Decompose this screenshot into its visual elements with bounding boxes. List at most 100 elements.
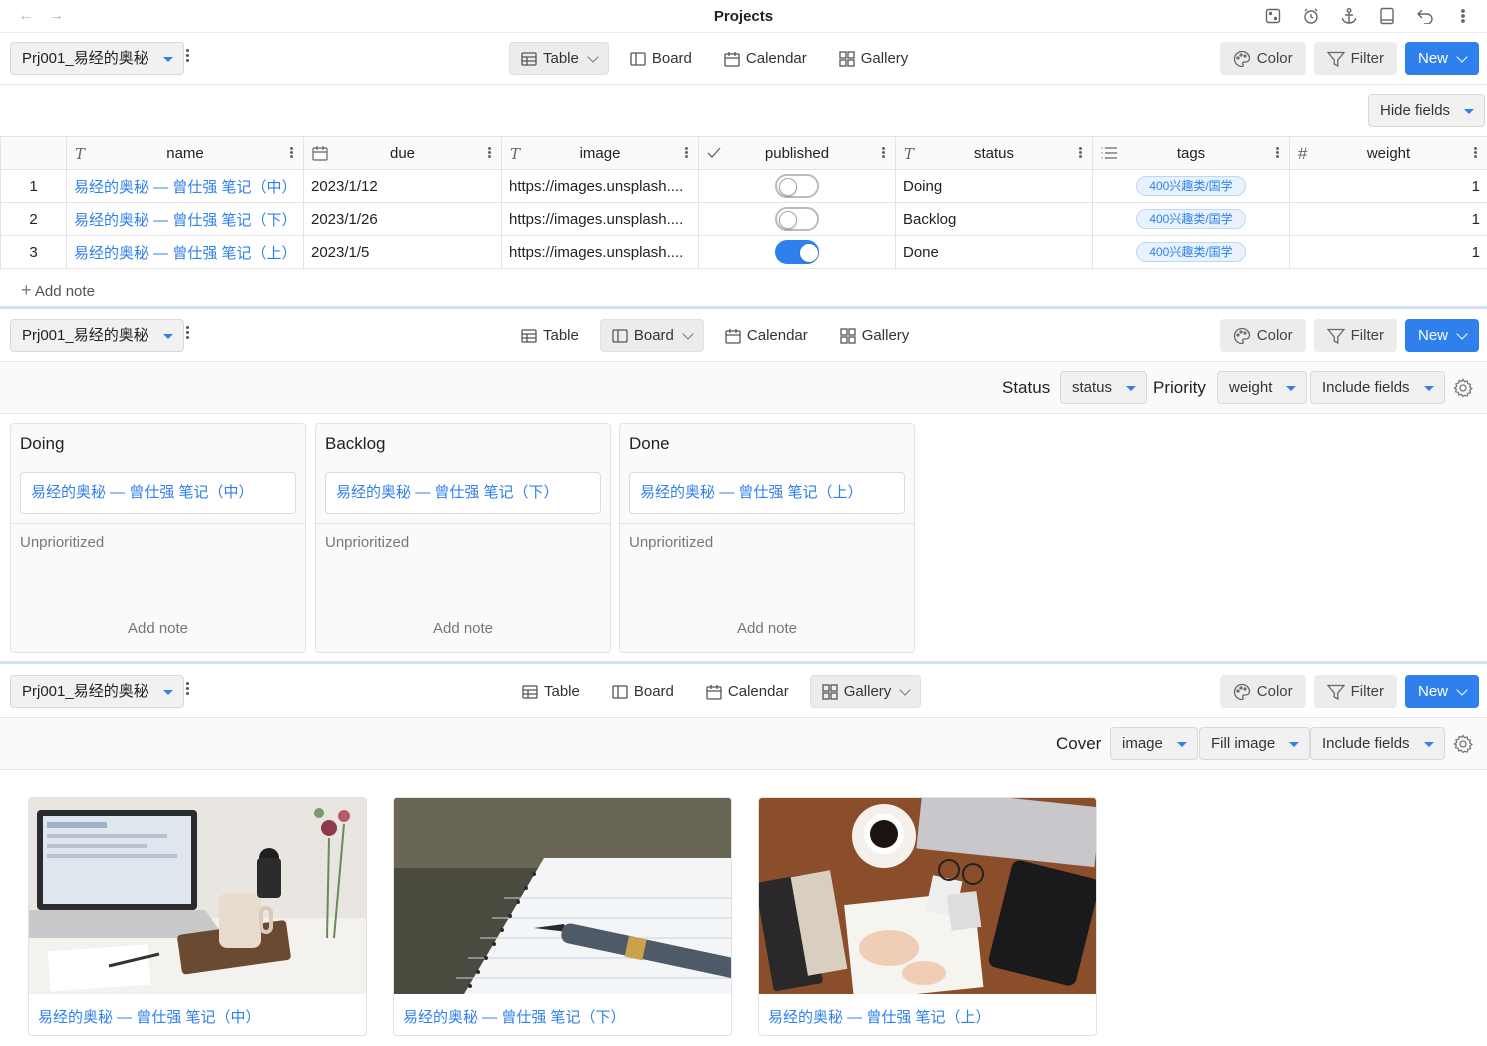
cell-status[interactable]: Done [895, 235, 1093, 269]
color-button[interactable]: Color [1219, 319, 1306, 352]
column-menu-icon[interactable] [1276, 146, 1279, 159]
add-note-button[interactable]: + Add note [21, 280, 95, 301]
board-column-done: Done 易经的奥秘 — 曾仕强 笔记（上） Unprioritized Add… [619, 423, 915, 653]
filter-button[interactable]: Filter [1313, 42, 1397, 75]
tab-calendar[interactable]: Calendar [695, 675, 800, 708]
new-button[interactable]: New [1404, 675, 1479, 708]
board-card[interactable]: 易经的奥秘 — 曾仕强 笔记（上） [629, 472, 905, 514]
color-button[interactable]: Color [1219, 675, 1306, 708]
column-menu-icon[interactable] [488, 146, 491, 159]
tab-calendar[interactable]: Calendar [713, 42, 818, 75]
alarm-icon[interactable] [1299, 6, 1323, 26]
cell-name[interactable]: 易经的奥秘 — 曾仕强 笔记（中） [66, 169, 304, 203]
column-menu-icon[interactable] [882, 146, 885, 159]
published-toggle[interactable] [775, 174, 819, 198]
tab-board[interactable]: Board [619, 42, 703, 75]
board-card[interactable]: 易经的奥秘 — 曾仕强 笔记（下） [325, 472, 601, 514]
book-icon[interactable] [1375, 6, 1399, 26]
tab-gallery[interactable]: Gallery [809, 675, 922, 708]
anchor-icon[interactable] [1337, 6, 1361, 26]
header-published[interactable]: published [698, 136, 896, 170]
cell-tags[interactable]: 400兴趣类/国学 [1092, 235, 1290, 269]
gallery-card[interactable]: 易经的奥秘 — 曾仕强 笔记（中） [28, 797, 367, 1036]
tab-table[interactable]: Table [509, 42, 609, 75]
header-weight[interactable]: # weight [1289, 136, 1487, 170]
header-name[interactable]: Tname [66, 136, 304, 170]
project-select[interactable]: Prj001_易经的奥秘 [10, 319, 184, 352]
caret-down-icon [1423, 742, 1434, 747]
more-vertical-icon[interactable] [1451, 6, 1475, 26]
add-note-button[interactable]: Add note [316, 620, 610, 637]
filter-button[interactable]: Filter [1313, 675, 1397, 708]
table-row[interactable]: 2 易经的奥秘 — 曾仕强 笔记（下） 2023/1/26 https://im… [0, 202, 1487, 236]
cell-tags[interactable]: 400兴趣类/国学 [1092, 202, 1290, 236]
project-select[interactable]: Prj001_易经的奥秘 [10, 42, 184, 75]
tab-board[interactable]: Board [601, 675, 685, 708]
cell-status[interactable]: Doing [895, 169, 1093, 203]
column-menu-icon[interactable] [290, 146, 293, 159]
cell-due[interactable]: 2023/1/26 [303, 202, 502, 236]
status-select[interactable]: status [1060, 371, 1148, 404]
gallery-card-title[interactable]: 易经的奥秘 — 曾仕强 笔记（上） [768, 1006, 991, 1027]
table-row[interactable]: 1 易经的奥秘 — 曾仕强 笔记（中） 2023/1/12 https://im… [0, 169, 1487, 203]
header-tags[interactable]: tags [1092, 136, 1290, 170]
cell-due[interactable]: 2023/1/5 [303, 235, 502, 269]
gallery-card[interactable]: 易经的奥秘 — 曾仕强 笔记（上） [758, 797, 1097, 1036]
cell-name[interactable]: 易经的奥秘 — 曾仕强 笔记（上） [66, 235, 304, 269]
gallery-card[interactable]: 易经的奥秘 — 曾仕强 笔记（下） [393, 797, 732, 1036]
tab-gallery[interactable]: Gallery [829, 319, 921, 352]
new-button[interactable]: New [1404, 319, 1479, 352]
tab-board[interactable]: Board [599, 319, 704, 352]
project-menu-icon[interactable] [182, 47, 192, 69]
column-menu-icon[interactable] [685, 146, 688, 159]
published-toggle[interactable] [775, 207, 819, 231]
filter-button[interactable]: Filter [1313, 319, 1397, 352]
new-button[interactable]: New [1404, 42, 1479, 75]
gallery-card-title[interactable]: 易经的奥秘 — 曾仕强 笔记（下） [403, 1006, 626, 1027]
tag-badge: 400兴趣类/国学 [1136, 176, 1246, 196]
cell-image[interactable]: https://images.unsplash.... [501, 169, 699, 203]
board-card[interactable]: 易经的奥秘 — 曾仕强 笔记（中） [20, 472, 296, 514]
cell-image[interactable]: https://images.unsplash.... [501, 235, 699, 269]
cell-status[interactable]: Backlog [895, 202, 1093, 236]
project-menu-icon[interactable] [182, 324, 192, 346]
header-status[interactable]: Tstatus [895, 136, 1093, 170]
cell-weight[interactable]: 1 [1289, 169, 1487, 203]
table-row[interactable]: 3 易经的奥秘 — 曾仕强 笔记（上） 2023/1/5 https://ima… [0, 235, 1487, 269]
priority-select[interactable]: weight [1217, 371, 1308, 404]
include-fields-button[interactable]: Include fields [1310, 371, 1445, 404]
cell-weight[interactable]: 1 [1289, 202, 1487, 236]
cell-image[interactable]: https://images.unsplash.... [501, 202, 699, 236]
fit-select[interactable]: Fill image [1199, 727, 1311, 760]
hide-fields-button[interactable]: Hide fields [1368, 94, 1486, 127]
gallery-card-title[interactable]: 易经的奥秘 — 曾仕强 笔记（中） [38, 1006, 261, 1027]
add-note-button[interactable]: Add note [11, 620, 305, 637]
color-button[interactable]: Color [1219, 42, 1306, 75]
header-due[interactable]: due [303, 136, 502, 170]
cell-due[interactable]: 2023/1/12 [303, 169, 502, 203]
cell-tags[interactable]: 400兴趣类/国学 [1092, 169, 1290, 203]
dice-icon[interactable] [1261, 6, 1285, 26]
tab-table[interactable]: Table [510, 319, 590, 352]
project-select[interactable]: Prj001_易经的奥秘 [10, 675, 184, 708]
cell-weight[interactable]: 1 [1289, 235, 1487, 269]
header-name-label: name [166, 144, 204, 162]
tab-calendar[interactable]: Calendar [714, 319, 819, 352]
undo-icon[interactable] [1413, 6, 1437, 26]
include-fields-button[interactable]: Include fields [1310, 727, 1445, 760]
column-menu-icon[interactable] [1474, 146, 1477, 159]
tag-badge: 400兴趣类/国学 [1136, 242, 1246, 262]
gear-icon[interactable] [1453, 378, 1473, 398]
tab-table[interactable]: Table [511, 675, 591, 708]
add-note-button[interactable]: Add note [620, 620, 914, 637]
cell-name[interactable]: 易经的奥秘 — 曾仕强 笔记（下） [66, 202, 304, 236]
gallery-icon [822, 683, 838, 700]
header-image[interactable]: Timage [501, 136, 699, 170]
project-menu-icon[interactable] [182, 680, 192, 702]
cover-select-value: image [1122, 735, 1163, 752]
column-menu-icon[interactable] [1079, 146, 1082, 159]
cover-select[interactable]: image [1110, 727, 1198, 760]
tab-gallery[interactable]: Gallery [828, 42, 920, 75]
gear-icon[interactable] [1453, 734, 1473, 754]
published-toggle[interactable] [775, 240, 819, 264]
